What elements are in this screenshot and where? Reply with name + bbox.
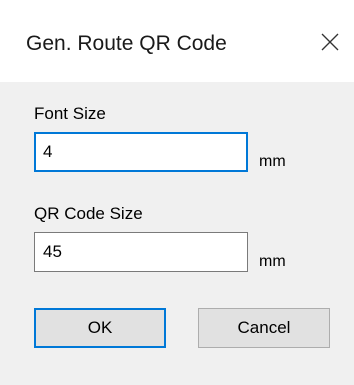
dialog-content: Font Size mm QR Code Size mm OK Cancel [0,82,354,385]
close-button[interactable] [312,24,348,60]
qr-code-size-unit: mm [259,253,286,270]
font-size-label: Font Size [34,104,106,123]
qr-code-size-input[interactable] [34,232,248,272]
font-size-input[interactable] [34,132,248,172]
dialog-title: Gen. Route QR Code [26,32,227,55]
title-bar: Gen. Route QR Code [0,0,354,82]
cancel-button-label: Cancel [237,318,291,337]
font-size-unit: mm [259,153,286,170]
qr-code-dialog: Gen. Route QR Code Font Size mm QR Code … [0,0,354,385]
ok-button[interactable]: OK [34,308,166,348]
close-icon [321,33,339,51]
ok-button-label: OK [87,318,113,337]
cancel-button[interactable]: Cancel [198,308,330,348]
qr-code-size-label: QR Code Size [34,204,143,223]
